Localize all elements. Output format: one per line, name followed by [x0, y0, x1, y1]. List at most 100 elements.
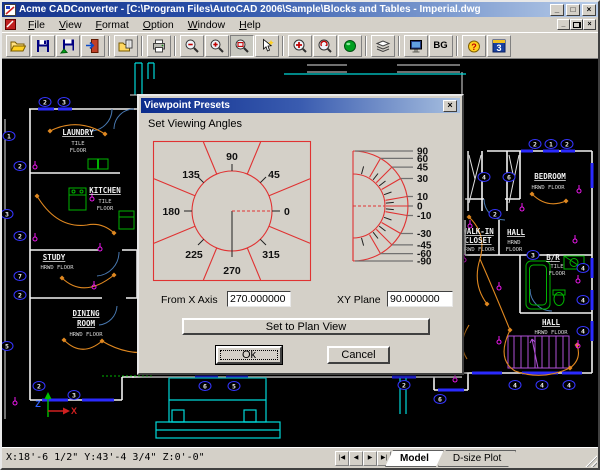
- set-to-plan-view-button[interactable]: Set to Plan View: [182, 318, 430, 335]
- doc-minimize-button[interactable]: _: [557, 19, 570, 30]
- bubble-marker-number: 5: [232, 383, 236, 391]
- close-icon: ×: [587, 21, 591, 28]
- background-color-button[interactable]: [404, 35, 428, 57]
- zoom-in-button[interactable]: [205, 35, 229, 57]
- select-button[interactable]: [255, 35, 279, 57]
- bubble-marker-number: 4: [581, 297, 585, 305]
- floor-label: HRWD: [507, 240, 520, 246]
- print-button[interactable]: [147, 35, 171, 57]
- room-label-walkin2: CLOSET: [464, 236, 492, 245]
- bubble-marker-number: 2: [533, 141, 537, 149]
- x-dial-label-135: 135: [182, 169, 200, 181]
- x-axis-dial[interactable]: 90 45 0 315 270 225 180 135: [152, 140, 312, 282]
- tab-next-button[interactable]: ▶: [363, 451, 377, 466]
- bubble-marker-number: 1: [549, 141, 553, 149]
- tab-prev-button[interactable]: ◀: [349, 451, 363, 466]
- tab-first-button[interactable]: |◀: [335, 451, 349, 466]
- resize-grip[interactable]: [584, 454, 597, 467]
- fan-label: -90: [417, 257, 432, 268]
- bubble-marker-number: 4: [567, 382, 571, 390]
- save-button[interactable]: [31, 35, 55, 57]
- ucs-z-label: Z: [35, 399, 41, 409]
- dialog-close-button[interactable]: ×: [443, 100, 457, 112]
- dialog-title-bar[interactable]: Viewpoint Presets ×: [141, 98, 460, 113]
- bubble-marker-number: 4: [540, 382, 544, 390]
- zoom-window-icon: [234, 38, 250, 54]
- help-icon: ?: [466, 38, 482, 54]
- sphere-icon: [342, 38, 358, 54]
- zoom-all-icon: [292, 38, 308, 54]
- bg-toggle-button[interactable]: BG: [429, 35, 453, 57]
- toolbar-separator: [141, 36, 143, 56]
- zoom-previous-icon: [317, 38, 333, 54]
- bubble-marker-number: 4: [482, 174, 486, 182]
- menu-window[interactable]: Window: [181, 19, 232, 31]
- from-x-axis-input[interactable]: [227, 291, 291, 307]
- x-dial-label-45: 45: [268, 169, 280, 181]
- bg-label: BG: [433, 40, 447, 51]
- doc-close-button[interactable]: ×: [583, 19, 596, 30]
- dialog-title: Viewpoint Presets: [144, 100, 443, 111]
- open-button[interactable]: [6, 35, 30, 57]
- cancel-button[interactable]: Cancel: [327, 346, 390, 364]
- layers-button[interactable]: [371, 35, 395, 57]
- doc-restore-button[interactable]: [570, 19, 583, 30]
- bubble-marker-number: 6: [438, 396, 442, 404]
- bubble-marker-number: 6: [507, 174, 511, 182]
- zoom-all-button[interactable]: [288, 35, 312, 57]
- minimize-icon: _: [562, 21, 566, 28]
- batch-convert-button[interactable]: [114, 35, 138, 57]
- floor-label: HRWD FLOOR: [69, 332, 103, 338]
- zoom-window-button[interactable]: [230, 35, 254, 57]
- xy-plane-dial[interactable]: 90 60 45 30 10 0 -10 -30 -45 -60 -90: [315, 126, 455, 288]
- bubble-marker-number: 2: [37, 383, 41, 391]
- floor-label: TILE: [71, 141, 84, 147]
- tab-model[interactable]: Model: [385, 450, 444, 467]
- drawing-area[interactable]: 2312327252365262124623444444 LAUNDRY TIL…: [2, 58, 598, 447]
- render-button[interactable]: [338, 35, 362, 57]
- xy-plane-input[interactable]: [387, 291, 453, 307]
- room-label-walkin: WALK-IN: [462, 227, 494, 236]
- zoom-in-icon: [209, 38, 225, 54]
- close-button[interactable]: ×: [582, 4, 596, 16]
- floor-label: TILE: [550, 264, 563, 270]
- room-label-laundry: LAUNDRY: [62, 128, 94, 137]
- zoom-previous-button[interactable]: [313, 35, 337, 57]
- title-bar: Acme CADConverter - [C:\Program Files\Au…: [2, 2, 598, 17]
- layout-tab-bar: |◀ ◀ ▶ ▶| Model D-size Plot: [335, 450, 516, 467]
- minimize-button[interactable]: _: [550, 4, 564, 16]
- printer-icon: [151, 38, 167, 54]
- menu-option[interactable]: Option: [136, 19, 181, 31]
- open-folder-icon: [10, 38, 26, 54]
- x-dial-label-90: 90: [226, 151, 238, 163]
- menu-view[interactable]: View: [52, 19, 89, 31]
- toolbar-separator: [398, 36, 400, 56]
- 3d-view-button[interactable]: 3: [487, 35, 511, 57]
- menu-format[interactable]: Format: [89, 19, 136, 31]
- floor-label: TILE: [98, 199, 111, 205]
- zoom-out-button[interactable]: [180, 35, 204, 57]
- save-as-button[interactable]: [56, 35, 80, 57]
- ok-button[interactable]: Ok: [216, 346, 282, 364]
- tab-d-size-plot[interactable]: D-size Plot: [438, 450, 516, 467]
- x-dial-label-180: 180: [162, 206, 180, 218]
- room-label-dining2: ROOM: [77, 319, 96, 328]
- menu-file[interactable]: File: [21, 19, 52, 31]
- about-button[interactable]: ?: [462, 35, 486, 57]
- floppy-arrow-icon: [60, 38, 76, 54]
- app-icon: [4, 4, 16, 16]
- toolbar-separator: [174, 36, 176, 56]
- viewpoint-presets-dialog: Viewpoint Presets × Set Viewing Angles 9…: [137, 94, 464, 375]
- room-label-hall-upper: HALL: [507, 228, 526, 237]
- x-dial-label-315: 315: [262, 249, 280, 261]
- coordinate-readout: X:18'-6 1/2" Y:43'-4 3/4" Z:0'-0": [6, 452, 205, 463]
- export-button[interactable]: [81, 35, 105, 57]
- floppy-icon: [35, 38, 51, 54]
- room-label-bath: B/R: [546, 253, 560, 262]
- maximize-button[interactable]: □: [566, 4, 580, 16]
- question-glyph: ?: [471, 42, 477, 52]
- document-icon: [5, 19, 16, 30]
- menu-help[interactable]: Help: [232, 19, 268, 31]
- bubble-marker-number: 2: [18, 292, 22, 300]
- bubble-marker-number: 2: [402, 382, 406, 390]
